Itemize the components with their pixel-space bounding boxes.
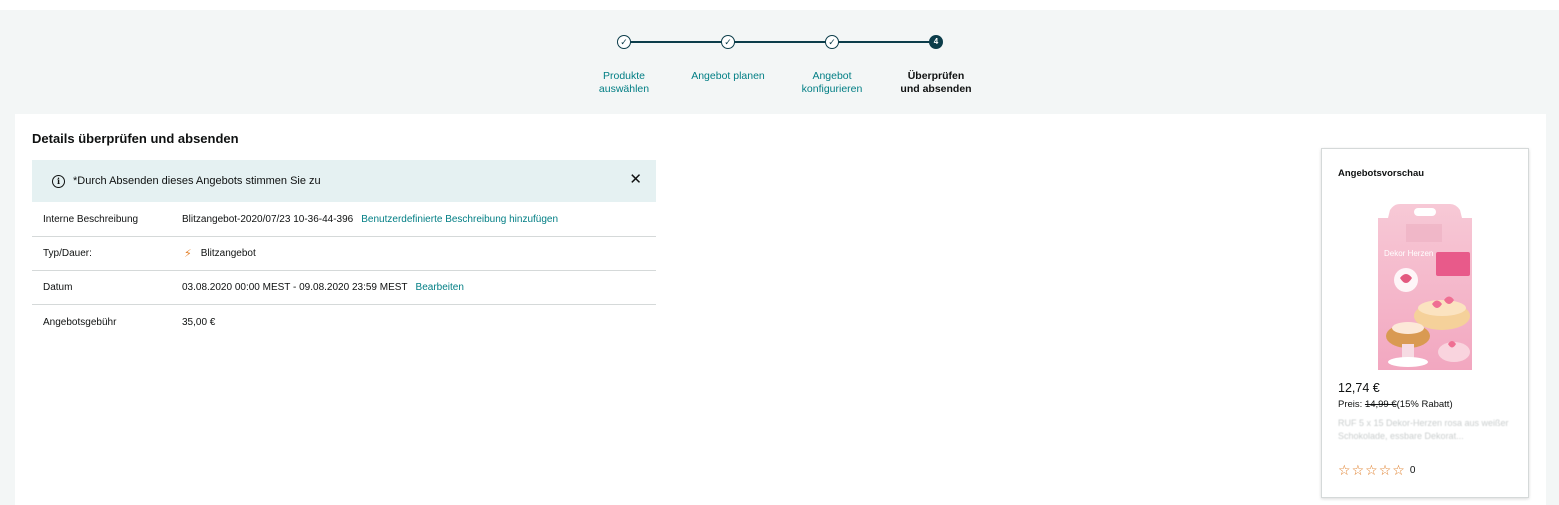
price-label: Preis:: [1338, 399, 1363, 410]
price-line: Preis: 14,99 €(15% Rabatt): [1338, 399, 1453, 410]
detail-value: ⚡ Blitzangebot: [182, 247, 256, 260]
detail-label: Typ/Dauer:: [43, 248, 92, 259]
detail-row-type: Typ/Dauer: ⚡ Blitzangebot: [32, 237, 656, 271]
discount: (15% Rabatt): [1396, 399, 1453, 410]
description-value: Blitzangebot-2020/07/23 10-36-44-396: [182, 214, 354, 225]
edit-date-link[interactable]: Bearbeiten: [416, 282, 464, 293]
old-price: 14,99 €: [1364, 399, 1397, 410]
info-alert: i *Durch Absenden dieses Angebots stimme…: [32, 160, 656, 202]
rating-count: 0: [1409, 464, 1416, 476]
product-image-label: Dekor Herzen: [1384, 249, 1433, 258]
detail-row-date: Datum 03.08.2020 00:00 MEST - 09.08.2020…: [32, 271, 656, 305]
info-icon: i: [52, 174, 65, 188]
page-title: Details überprüfen und absenden: [32, 131, 239, 146]
preview-title: Angebotsvorschau: [1338, 168, 1425, 179]
deal-price: 12,74 €: [1338, 381, 1380, 395]
fee-value: 35,00 €: [182, 316, 216, 328]
product-image[interactable]: Dekor Herzen: [1376, 204, 1474, 372]
star-empty-icon: ☆: [1378, 462, 1392, 478]
detail-label: Angebotsgebühr: [43, 316, 117, 328]
step-label-angebot-planen[interactable]: Angebot planen: [673, 70, 783, 83]
star-empty-icon: ☆: [1365, 462, 1378, 478]
stepper-line: [624, 41, 936, 43]
details-table: Interne Beschreibung Blitzangebot-2020/0…: [32, 203, 656, 339]
star-empty-icon: ☆: [1338, 462, 1351, 478]
step-label-produkte[interactable]: Produkte auswählen: [569, 70, 679, 96]
detail-row-fee: Angebotsgebühr 35,00 €: [32, 305, 656, 339]
step-label-konfigurieren[interactable]: Angebot konfigurieren: [777, 70, 887, 96]
close-icon[interactable]: ✕: [629, 172, 642, 187]
step-2-check-icon: ✓: [721, 35, 735, 49]
step-3-check-icon: ✓: [825, 35, 839, 49]
product-title[interactable]: RUF 5 x 15 Dekor-Herzen rosa aus weißer …: [1338, 417, 1518, 443]
step-4-number: 4: [929, 35, 943, 49]
page-background: ✓ ✓ ✓ 4 Produkte auswählen Angebot plane…: [0, 10, 1559, 505]
detail-value: 03.08.2020 00:00 MEST - 09.08.2020 23:59…: [182, 282, 464, 293]
progress-stepper: ✓ ✓ ✓ 4 Produkte auswählen Angebot plane…: [0, 10, 1559, 113]
lightning-bolt-icon: ⚡: [184, 248, 192, 260]
detail-label: Interne Beschreibung: [43, 214, 139, 225]
type-value: Blitzangebot: [200, 248, 256, 259]
alert-text: *Durch Absenden dieses Angebots stimmen …: [73, 175, 321, 187]
step-label-ueberpruefen: Überprüfen und absenden: [900, 70, 972, 95]
offer-preview-card: Angebotsvorschau Dekor Herzen 12,74 € Pr…: [1321, 148, 1529, 498]
detail-value: Blitzangebot-2020/07/23 10-36-44-396 Ben…: [182, 214, 558, 225]
review-card: Details überprüfen und absenden i *Durch…: [15, 114, 1546, 505]
rating: ☆ ☆ ☆ ☆ ☆ 0: [1338, 463, 1415, 477]
star-empty-icon: ☆: [1351, 462, 1365, 478]
star-empty-icon: ☆: [1392, 462, 1405, 478]
detail-label: Datum: [43, 282, 73, 293]
date-value: 03.08.2020 00:00 MEST - 09.08.2020 23:59…: [182, 282, 408, 293]
detail-row-description: Interne Beschreibung Blitzangebot-2020/0…: [32, 203, 656, 237]
step-1-check-icon: ✓: [617, 35, 631, 49]
add-description-link[interactable]: Benutzerdefinierte Beschreibung hinzufüg…: [361, 214, 558, 225]
